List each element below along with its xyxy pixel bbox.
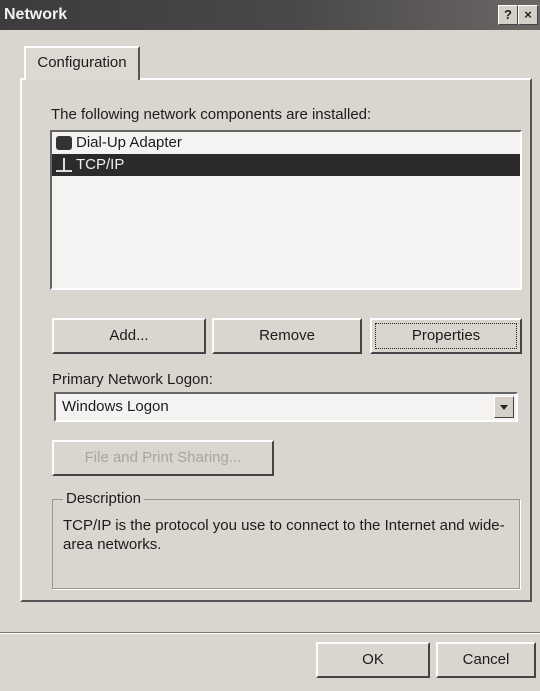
description-legend: Description [63,490,145,507]
list-item-dial-up-adapter[interactable]: Dial-Up Adapter [52,132,520,154]
footer-separator [0,632,540,634]
tab-configuration[interactable]: Configuration [24,46,140,80]
add-button[interactable]: Add... [52,318,206,354]
components-label: The following network components are ins… [51,106,372,123]
file-print-sharing-button[interactable]: File and Print Sharing... [52,440,274,476]
description-group: Description TCP/IP is the protocol you u… [52,490,520,589]
cancel-button[interactable]: Cancel [436,642,536,678]
title-bar: Network ? × [0,0,540,30]
list-item-tcp-ip[interactable]: TCP/IP [52,154,520,176]
network-adapter-icon [56,136,72,150]
window-title: Network [4,6,68,23]
properties-button[interactable]: Properties [370,318,522,354]
logon-select[interactable]: Windows Logon [54,392,518,422]
remove-button[interactable]: Remove [212,318,362,354]
chevron-down-icon[interactable] [494,396,514,418]
list-item-label: Dial-Up Adapter [76,134,182,151]
ok-button[interactable]: OK [316,642,430,678]
logon-select-value: Windows Logon [62,398,169,415]
close-button[interactable]: × [518,5,538,25]
help-button[interactable]: ? [498,5,518,25]
list-item-label: TCP/IP [76,156,125,173]
protocol-icon [56,158,72,172]
components-list[interactable]: Dial-Up Adapter TCP/IP [50,130,522,290]
logon-label: Primary Network Logon: [52,371,213,388]
description-text: TCP/IP is the protocol you use to connec… [63,517,505,553]
